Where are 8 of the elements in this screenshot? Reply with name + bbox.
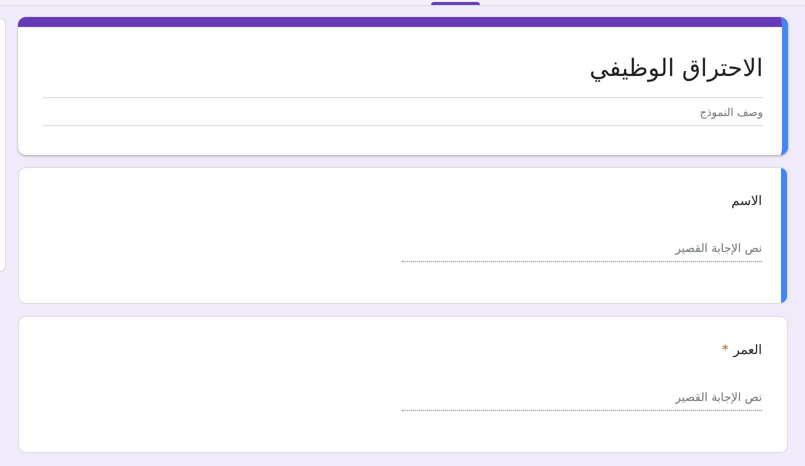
question-card[interactable]: العمر * نص الإجابة القصير xyxy=(18,316,788,453)
form-header-card[interactable]: الاحتراق الوظيفي وصف النموذج xyxy=(18,17,788,155)
form-title[interactable]: الاحتراق الوظيفي xyxy=(43,47,763,98)
required-mark: * xyxy=(722,343,728,358)
tab-indicator xyxy=(431,2,480,5)
question-title: العمر xyxy=(733,343,762,358)
description-field[interactable]: وصف النموذج xyxy=(43,98,763,126)
question-title: الاسم xyxy=(731,194,762,209)
